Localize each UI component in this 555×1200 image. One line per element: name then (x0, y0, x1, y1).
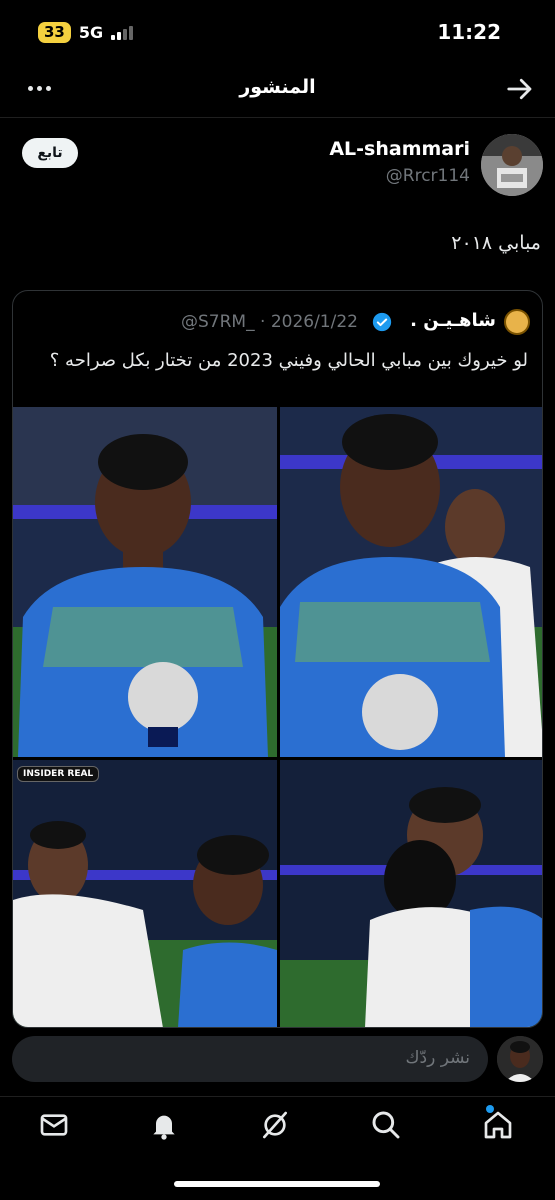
author-name[interactable]: AL-shammari (329, 138, 470, 160)
media-photo[interactable]: INSIDER REAL (13, 760, 277, 1027)
signal-icon (111, 25, 134, 40)
follow-button[interactable]: تابع (22, 138, 78, 168)
search-icon[interactable] (370, 1109, 402, 1141)
reply-input[interactable]: نشر ردّك (12, 1036, 488, 1082)
quoted-date: 2026/1/22 (270, 312, 358, 332)
notification-dot (486, 1105, 494, 1113)
post-text: مبابي ٢٠١٨ (451, 232, 541, 254)
back-arrow-icon[interactable] (505, 74, 535, 104)
media-photo[interactable] (13, 407, 277, 757)
media-photo[interactable] (280, 760, 542, 1027)
home-indicator (174, 1181, 380, 1187)
author-avatar[interactable] (481, 134, 543, 196)
grok-icon[interactable] (259, 1109, 291, 1141)
status-indicators: 33 5G (38, 22, 134, 43)
author-handle[interactable]: @Rrcr114 (386, 166, 470, 186)
media-photo[interactable] (280, 407, 542, 757)
quoted-post-header: شاهـيـن . @S7RM_ · 2026/1/22 (13, 309, 542, 335)
battery-badge: 33 (38, 22, 71, 43)
status-bar: 33 5G 11:22 (0, 0, 555, 62)
clock: 11:22 (437, 20, 501, 44)
network-label: 5G (78, 23, 104, 42)
user-avatar[interactable] (497, 1036, 543, 1082)
mail-icon[interactable] (38, 1109, 70, 1141)
quoted-text: لو خيروك بين مبابي الحالي وفيني 2023 من … (49, 350, 528, 371)
bottom-nav (0, 1096, 555, 1200)
reply-placeholder: نشر ردّك (405, 1048, 470, 1068)
bell-icon[interactable] (148, 1109, 180, 1141)
quoted-handle[interactable]: @S7RM_ (181, 312, 255, 332)
verified-badge-icon (372, 312, 392, 332)
media-grid: INSIDER REAL (13, 407, 542, 1027)
home-icon[interactable] (482, 1109, 514, 1141)
meta-separator: · (260, 312, 266, 332)
quoted-author-name[interactable]: شاهـيـن . (410, 310, 496, 331)
quoted-post[interactable]: شاهـيـن . @S7RM_ · 2026/1/22 لو خيروك بي… (12, 290, 543, 1028)
quoted-meta: @S7RM_ · 2026/1/22 (181, 312, 358, 332)
header: المنشور (0, 62, 555, 118)
watermark-badge: INSIDER REAL (17, 766, 100, 782)
page-title: المنشور (239, 76, 316, 98)
quoted-avatar[interactable] (504, 309, 530, 335)
